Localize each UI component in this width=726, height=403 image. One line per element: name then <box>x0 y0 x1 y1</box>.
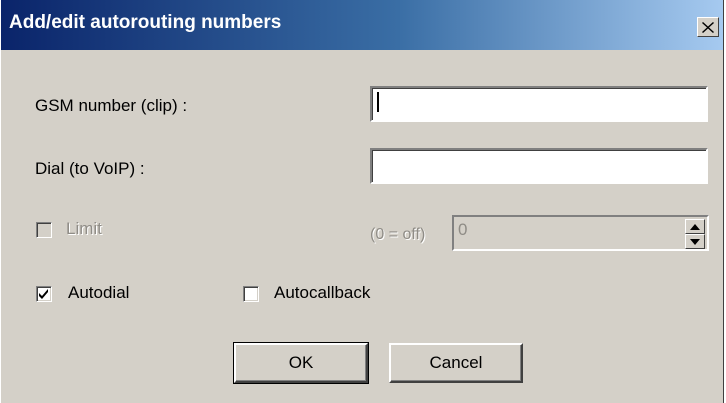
triangle-down-icon <box>690 238 700 245</box>
close-icon <box>702 21 714 33</box>
autocallback-label: Autocallback <box>274 283 371 302</box>
autorouting-dialog: Add/edit autorouting numbers GSM number … <box>0 0 724 403</box>
title-bar[interactable]: Add/edit autorouting numbers <box>1 0 723 50</box>
limit-checkbox[interactable] <box>36 222 52 238</box>
autocallback-checkbox[interactable] <box>243 286 259 302</box>
limit-label: Limit <box>66 219 102 238</box>
gsm-number-label: GSM number (clip) : <box>35 96 188 115</box>
close-button[interactable] <box>697 17 719 37</box>
triangle-up-icon <box>690 223 700 230</box>
spin-buttons <box>685 219 705 249</box>
cancel-button[interactable]: Cancel <box>389 343 523 383</box>
dial-label: Dial (to VoIP) : <box>35 159 145 178</box>
limit-value: 0 <box>458 220 468 239</box>
limit-hint: (0 = off) <box>370 226 426 243</box>
limit-spinner[interactable]: 0 <box>452 215 709 251</box>
autodial-checkbox[interactable] <box>36 286 52 302</box>
dial-field[interactable] <box>370 148 708 184</box>
autodial-label: Autodial <box>68 283 130 302</box>
gsm-number-field[interactable] <box>370 86 708 122</box>
ok-button[interactable]: OK <box>233 342 369 384</box>
checkmark-icon <box>39 289 48 299</box>
dialog-title: Add/edit autorouting numbers <box>9 12 282 33</box>
spin-up-button[interactable] <box>685 219 705 234</box>
text-caret <box>377 92 379 112</box>
spin-down-button[interactable] <box>685 234 705 249</box>
